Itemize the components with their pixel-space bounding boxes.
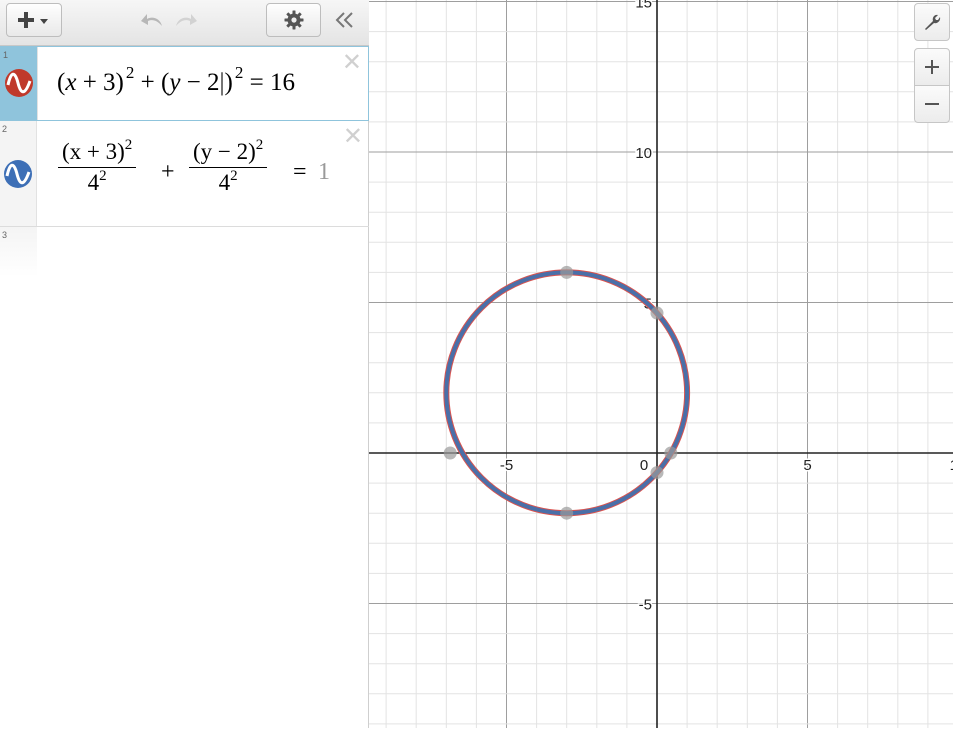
- point-of-interest: [560, 265, 574, 279]
- expression-row-3[interactable]: 3: [0, 227, 369, 277]
- x-tick-label: 10: [950, 457, 953, 474]
- sine-wave-icon[interactable]: [4, 68, 34, 103]
- fraction-numerator: (y − 2)2: [189, 137, 268, 168]
- graph-canvas[interactable]: -10-5051015105-5: [295, 0, 953, 728]
- point-of-interest: [650, 306, 664, 320]
- undo-icon: [141, 14, 162, 26]
- expression-row-2[interactable]: 2 (x + 3)2 42 + (y − 2)2 42 = 1 ✕: [0, 121, 369, 227]
- settings-button[interactable]: [266, 3, 321, 37]
- expression-number: 3: [2, 230, 8, 240]
- expression-number: 2: [2, 124, 8, 134]
- math-operator: +: [134, 69, 161, 96]
- math-term: + 3: [76, 69, 116, 96]
- denominator-text: 4: [87, 170, 100, 195]
- close-icon[interactable]: ✕: [343, 125, 363, 149]
- redo-button[interactable]: [172, 5, 198, 35]
- zoom-out-button[interactable]: [914, 85, 950, 123]
- x-tick-label: 0: [640, 457, 648, 474]
- x-tick-label: 5: [803, 457, 811, 474]
- math-term: − 2: [180, 69, 220, 96]
- math-plus: +: [161, 159, 175, 185]
- plus-icon: [18, 12, 48, 28]
- numerator-text: (x + 3): [62, 139, 125, 164]
- math-paren: ): [115, 69, 124, 96]
- math-paren: ): [224, 69, 233, 96]
- math-var-y: y: [169, 69, 181, 96]
- expression-number: 1: [3, 50, 9, 60]
- math-exponent: 2: [125, 63, 135, 82]
- graph-paper[interactable]: -10-5051015105-5: [295, 0, 953, 728]
- close-icon[interactable]: ✕: [342, 51, 362, 75]
- point-of-interest: [650, 466, 664, 480]
- math-exponent: 2: [230, 168, 238, 184]
- collapse-panel-button[interactable]: [332, 5, 358, 35]
- graph-settings-button[interactable]: [914, 3, 950, 41]
- point-of-interest: [560, 506, 574, 520]
- plus-icon: [925, 60, 939, 74]
- wrench-icon: [925, 14, 941, 30]
- minus-icon: [925, 103, 939, 105]
- y-tick-label: 10: [635, 145, 652, 162]
- sine-wave-icon[interactable]: [3, 159, 33, 194]
- expression-gutter: 3: [0, 227, 37, 277]
- expression-panel: 1 (x + 3) 2 + (y − 2|) 2 = 16 ✕ 2 (x + 3…: [0, 0, 369, 728]
- math-exponent: 2: [124, 137, 133, 153]
- expression-gutter: 1: [1, 47, 38, 120]
- undo-button[interactable]: [140, 5, 166, 35]
- denominator-text: 4: [218, 170, 231, 195]
- redo-icon: [176, 14, 197, 26]
- math-rhs: 1: [318, 159, 330, 185]
- expression-math[interactable]: (x + 3) 2 + (y − 2|) 2 = 16: [57, 63, 295, 97]
- x-tick-label: -5: [500, 457, 513, 474]
- add-item-button[interactable]: [6, 3, 62, 37]
- math-exponent: 2: [234, 63, 244, 82]
- numerator-text: (y − 2): [193, 139, 256, 164]
- fraction-numerator: (x + 3)2: [58, 137, 137, 168]
- fraction-x[interactable]: (x + 3)2 42: [58, 137, 137, 196]
- expression-row-1[interactable]: 1 (x + 3) 2 + (y − 2|) 2 = 16 ✕: [0, 46, 369, 121]
- point-of-interest: [664, 446, 678, 460]
- expression-gutter: 2: [0, 121, 37, 226]
- gear-icon: [284, 10, 303, 30]
- toolbar: [0, 0, 369, 46]
- math-var-x: x: [65, 69, 77, 96]
- y-tick-label: -5: [639, 597, 652, 614]
- math-equals-rhs: = 16: [243, 69, 295, 96]
- y-tick-label: 15: [635, 0, 652, 12]
- zoom-in-button[interactable]: [914, 48, 950, 86]
- caret-down-icon: [40, 19, 48, 24]
- fraction-denominator: 42: [189, 168, 267, 196]
- fraction-denominator: 42: [58, 168, 136, 196]
- math-exponent: 2: [99, 168, 107, 184]
- point-of-interest: [443, 446, 457, 460]
- fraction-y[interactable]: (y − 2)2 42: [189, 137, 268, 196]
- math-equals: =: [293, 159, 307, 185]
- double-chevron-left-icon: [335, 12, 353, 28]
- math-exponent: 2: [255, 137, 264, 153]
